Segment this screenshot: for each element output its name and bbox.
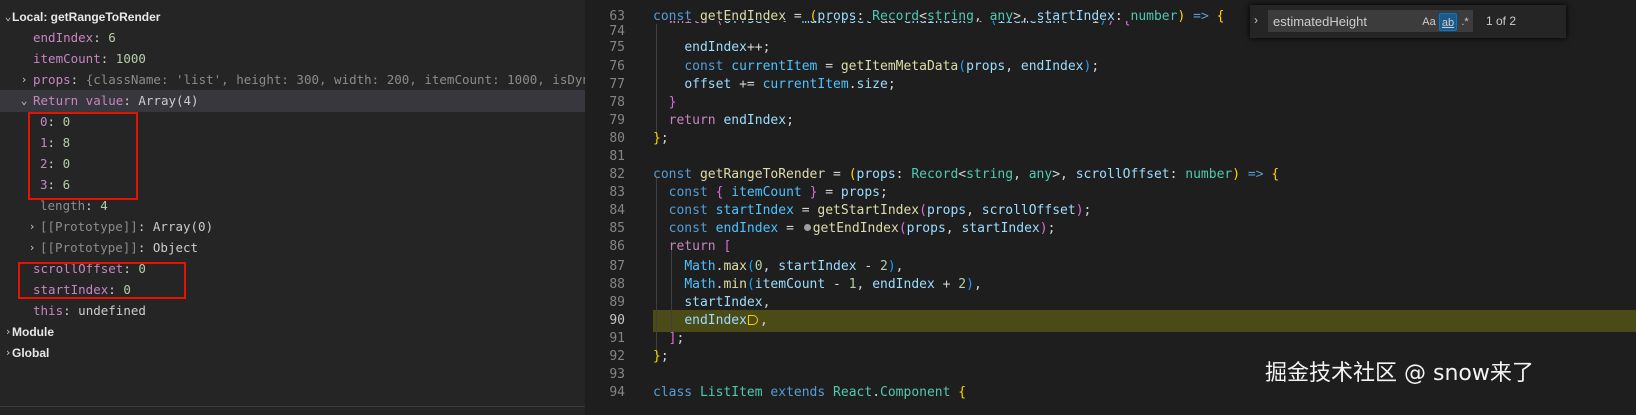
- var-name: length: [40, 198, 86, 213]
- var-name: endIndex: [33, 30, 94, 45]
- chevron-down-icon[interactable]: ⌄: [18, 90, 30, 112]
- var-value: undefined: [78, 303, 146, 318]
- scope-local[interactable]: ⌄ Local: getRangeToRender: [0, 6, 585, 28]
- variable-row[interactable]: › [[Prototype]]: Object: [0, 237, 585, 259]
- variable-row[interactable]: endIndex: 6: [0, 27, 585, 49]
- scope-global[interactable]: › Global: [0, 342, 585, 364]
- scope-label: Module: [12, 325, 54, 339]
- scope-label: Global: [12, 346, 50, 360]
- match-whole-word-toggle[interactable]: ab: [1439, 13, 1457, 31]
- variables-panel: ⌄ Local: getRangeToRender endIndex: 6 it…: [0, 0, 585, 415]
- var-name: [[Prototype]]: [40, 219, 138, 234]
- panel-divider: [0, 406, 585, 407]
- code-line-86[interactable]: return [: [585, 236, 1636, 258]
- code-editor[interactable]: 63 74 75 76 77 78 79 80 81 82 83 84 85 86 87 88 89 90 91 92…: [585, 0, 1636, 415]
- var-value: 6: [108, 30, 116, 45]
- chevron-right-icon[interactable]: ›: [18, 69, 30, 91]
- chevron-right-icon[interactable]: ›: [26, 216, 38, 238]
- regex-toggle[interactable]: .*: [1458, 13, 1472, 31]
- annotation-box-return-values: [28, 112, 138, 200]
- variable-row[interactable]: this: undefined: [0, 300, 585, 322]
- match-case-toggle[interactable]: Aa: [1420, 13, 1438, 31]
- inline-breakpoint-dot-icon[interactable]: [803, 224, 811, 231]
- find-widget: › Aa ab .* 1 of 2: [1250, 5, 1566, 38]
- var-name: props: [33, 72, 71, 87]
- var-name: Return value: [33, 93, 124, 108]
- var-value: Array(4): [138, 93, 199, 108]
- find-result-count: 1 of 2: [1486, 14, 1517, 28]
- annotation-box-params: [18, 262, 186, 299]
- var-name: [[Prototype]]: [40, 240, 138, 255]
- var-value: Object: [152, 240, 199, 255]
- var-value: 1000: [115, 51, 146, 66]
- chevron-right-icon[interactable]: ›: [26, 237, 38, 259]
- inline-debug-pointer-icon: [747, 315, 758, 325]
- variable-row[interactable]: › [[Prototype]]: Array(0): [0, 216, 585, 238]
- variable-row-selected[interactable]: ⌄ Return value: Array(4): [0, 90, 585, 112]
- var-value: {className: 'list', height: 300, width: …: [85, 72, 585, 87]
- watermark: 掘金技术社区 @ snow来了: [1265, 361, 1534, 386]
- var-value: 4: [100, 198, 108, 213]
- variable-row[interactable]: › props: {className: 'list', height: 300…: [0, 69, 585, 91]
- chevron-right-icon[interactable]: ›: [1254, 13, 1258, 27]
- var-value: Array(0): [152, 219, 214, 234]
- var-name: itemCount: [33, 51, 101, 66]
- scope-module[interactable]: › Module: [0, 321, 585, 343]
- scope-title: Local: getRangeToRender: [12, 10, 161, 24]
- variable-row[interactable]: itemCount: 1000: [0, 48, 585, 70]
- var-name: this: [33, 303, 64, 318]
